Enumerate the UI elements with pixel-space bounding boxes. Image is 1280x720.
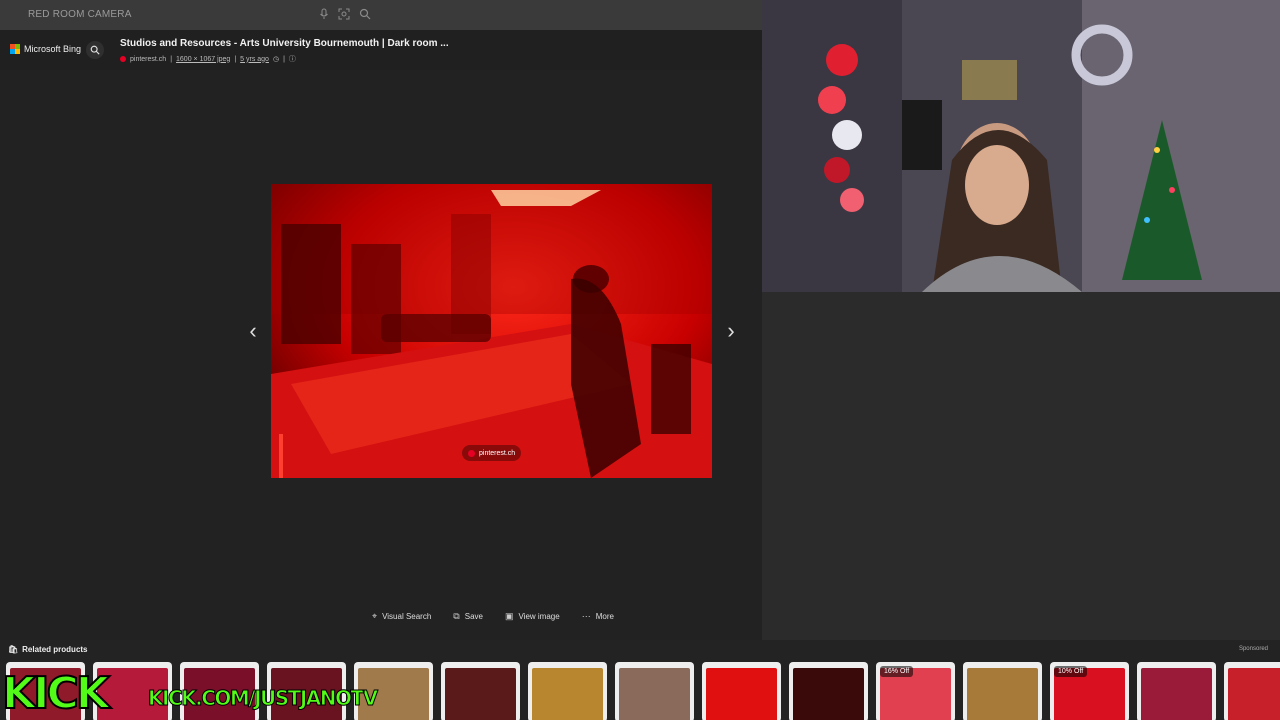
save-icon: ⧉	[453, 611, 460, 621]
image-title[interactable]: Studios and Resources - Arts University …	[120, 38, 449, 49]
visual-search-button[interactable]: ⌖ Visual Search	[372, 611, 431, 622]
product-thumbnail[interactable]	[93, 662, 172, 720]
separator: |	[170, 55, 173, 63]
discount-badge: 16% Off	[880, 666, 914, 677]
bing-logo[interactable]: Microsoft Bing	[10, 44, 81, 54]
search-query-text[interactable]: RED ROOM CAMERA	[28, 9, 132, 20]
product-image	[706, 668, 777, 720]
product-thumbnail[interactable]	[6, 662, 85, 720]
product-thumbnail[interactable]	[615, 662, 694, 720]
product-thumbnail[interactable]: 10% Off	[1050, 662, 1129, 720]
main-image[interactable]: pinterest.ch	[271, 184, 712, 478]
source-domain[interactable]: pinterest.ch	[130, 56, 166, 63]
more-button[interactable]: ⋯ More	[582, 611, 614, 622]
product-image	[967, 668, 1038, 720]
visual-search-icon: ⌖	[372, 611, 378, 621]
brand-name: Microsoft Bing	[24, 44, 82, 54]
product-image	[271, 668, 342, 720]
related-products-section: 🛍 Related products Sponsored 16% Off 10% …	[0, 640, 1280, 720]
product-image	[793, 668, 864, 720]
product-thumbnail[interactable]	[789, 662, 868, 720]
product-image	[1228, 668, 1280, 720]
previous-image-button[interactable]: ‹	[244, 320, 262, 342]
image-actions-bar: ⌖ Visual Search ⧉ Save ▣ View image ⋯ Mo…	[372, 611, 614, 622]
discount-badge: 10% Off	[1054, 666, 1088, 677]
image-source-chip[interactable]: pinterest.ch	[462, 445, 522, 461]
sponsored-label[interactable]: Sponsored	[1239, 646, 1268, 652]
product-thumbnail[interactable]	[267, 662, 346, 720]
streamer-webcam	[762, 0, 1280, 292]
microphone-icon[interactable]	[318, 8, 330, 20]
image-meta: pinterest.ch | 1600 × 1067 jpeg | 5 yrs …	[120, 54, 296, 64]
view-image-label: View image	[518, 612, 560, 621]
pinterest-icon	[120, 56, 126, 62]
product-image	[10, 668, 81, 720]
visual-search-icon[interactable]	[338, 8, 350, 20]
image-viewer: pinterest.ch ‹ › ⌖ Visual Search ⧉ Save …	[0, 70, 762, 640]
view-image-button[interactable]: ▣ View image	[505, 611, 560, 622]
product-thumbnail[interactable]	[180, 662, 259, 720]
separator: |	[283, 55, 285, 63]
chevron-right-icon: ›	[727, 318, 735, 343]
image-source-label: pinterest.ch	[479, 449, 516, 457]
product-image	[1141, 668, 1212, 720]
visual-search-label: Visual Search	[382, 612, 432, 621]
product-thumbnail[interactable]: 16% Off	[876, 662, 955, 720]
search-bar[interactable]: RED ROOM CAMERA	[0, 0, 762, 30]
product-thumbnail[interactable]	[1224, 662, 1280, 720]
related-products-list: 16% Off 10% Off	[6, 662, 1280, 720]
product-image	[97, 668, 168, 720]
microsoft-logo-icon	[10, 44, 20, 54]
save-button[interactable]: ⧉ Save	[453, 611, 483, 622]
save-label: Save	[464, 612, 483, 621]
chevron-left-icon: ‹	[249, 318, 257, 343]
related-products-heading: 🛍 Related products	[8, 645, 88, 654]
shopping-bag-icon: 🛍	[8, 645, 19, 654]
more-label: More	[595, 612, 614, 621]
separator: |	[234, 55, 237, 63]
pinterest-icon	[468, 449, 475, 457]
image-age[interactable]: 5 yrs ago	[240, 56, 269, 63]
related-products-title: Related products	[22, 645, 88, 654]
product-thumbnail[interactable]	[528, 662, 607, 720]
product-thumbnail[interactable]	[441, 662, 520, 720]
search-button[interactable]	[86, 41, 104, 59]
product-image	[184, 668, 255, 720]
product-image	[358, 668, 429, 720]
product-thumbnail[interactable]	[702, 662, 781, 720]
image-dimensions[interactable]: 1600 × 1067 jpeg	[176, 56, 230, 63]
product-image	[532, 668, 603, 720]
product-thumbnail[interactable]	[1137, 662, 1216, 720]
search-icon[interactable]	[359, 8, 371, 20]
clock-icon: ◷	[272, 56, 280, 63]
image-icon: ▣	[504, 611, 514, 621]
more-icon: ⋯	[581, 611, 591, 621]
product-image	[445, 668, 516, 720]
info-icon[interactable]: ⓘ	[289, 54, 296, 64]
product-image	[619, 668, 690, 720]
product-thumbnail[interactable]	[354, 662, 433, 720]
next-image-button[interactable]: ›	[722, 320, 740, 342]
product-thumbnail[interactable]	[963, 662, 1042, 720]
image-detail-header: Microsoft Bing Studios and Resources - A…	[0, 30, 762, 70]
